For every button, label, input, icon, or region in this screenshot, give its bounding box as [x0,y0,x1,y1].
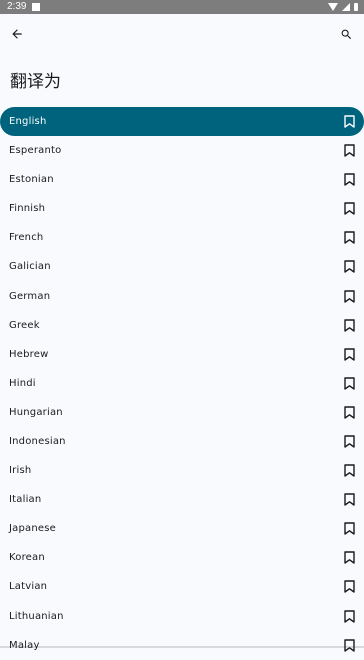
language-item[interactable]: Irish [0,456,364,485]
bookmark-icon[interactable] [342,376,356,390]
wifi-icon [328,3,338,11]
status-icons [328,2,358,12]
language-label: Lithuanian [9,610,64,622]
language-label: Indonesian [9,435,66,447]
language-item[interactable]: Hebrew [0,340,364,369]
language-label: Finnish [9,203,46,215]
language-item[interactable]: French [0,223,364,252]
bookmark-icon[interactable] [342,609,356,623]
bookmark-icon[interactable] [342,551,356,565]
language-item[interactable]: Esperanto [0,136,364,165]
language-label: English [9,116,47,127]
search-button[interactable] [330,18,362,50]
bookmark-icon[interactable] [342,260,356,274]
toolbar [0,14,364,54]
language-item[interactable]: Greek [0,311,364,340]
battery-icon [354,3,358,11]
language-item[interactable]: Indonesian [0,427,364,456]
language-item[interactable]: Japanese [0,514,364,543]
language-label: Greek [9,319,40,331]
language-item[interactable]: German [0,281,364,310]
language-item[interactable]: English [0,107,364,136]
bookmark-icon[interactable] [342,289,356,303]
language-label: French [9,232,44,244]
bookmark-icon[interactable] [342,522,356,536]
language-label: Korean [9,552,45,564]
signal-icon [342,3,350,11]
bookmark-icon[interactable] [342,318,356,332]
arrow-left-icon [12,29,22,39]
language-item[interactable]: Finnish [0,194,364,223]
bookmark-icon[interactable] [342,144,356,158]
language-label: German [9,290,51,302]
search-icon [341,29,351,39]
language-label: Esperanto [9,145,62,157]
language-label: Galician [9,261,51,273]
page-title: 翻译为 [10,72,61,92]
language-item[interactable]: Hungarian [0,398,364,427]
language-label: Estonian [9,174,54,186]
language-item[interactable]: Lithuanian [0,602,364,631]
bookmark-icon[interactable] [342,347,356,361]
language-item[interactable]: Italian [0,485,364,514]
status-time: 2:39 [7,1,27,12]
language-label: Hungarian [9,406,63,418]
language-item[interactable]: Estonian [0,165,364,194]
language-label: Hindi [9,377,36,389]
notification-icon [32,3,40,11]
bookmark-icon[interactable] [342,405,356,419]
bookmark-icon[interactable] [342,434,356,448]
bookmark-icon[interactable] [342,231,356,245]
language-item[interactable]: Hindi [0,369,364,398]
bookmark-icon[interactable] [342,202,356,216]
language-label: Italian [9,494,42,506]
back-button[interactable] [1,18,33,50]
bookmark-icon[interactable] [342,493,356,507]
status-bar: 2:39 [0,0,364,14]
language-label: Irish [9,465,32,477]
language-label: Japanese [9,523,57,535]
bookmark-icon[interactable] [342,173,356,187]
language-label: Hebrew [9,348,49,360]
language-item[interactable]: Latvian [0,572,364,601]
language-label: Latvian [9,581,48,593]
language-item[interactable]: Korean [0,543,364,572]
language-item[interactable]: Galician [0,252,364,281]
bookmark-icon[interactable] [342,580,356,594]
bookmark-icon[interactable] [342,115,356,129]
language-list: English Esperanto Estonian Finnish French Gal… [0,107,364,660]
bookmark-icon[interactable] [342,464,356,478]
